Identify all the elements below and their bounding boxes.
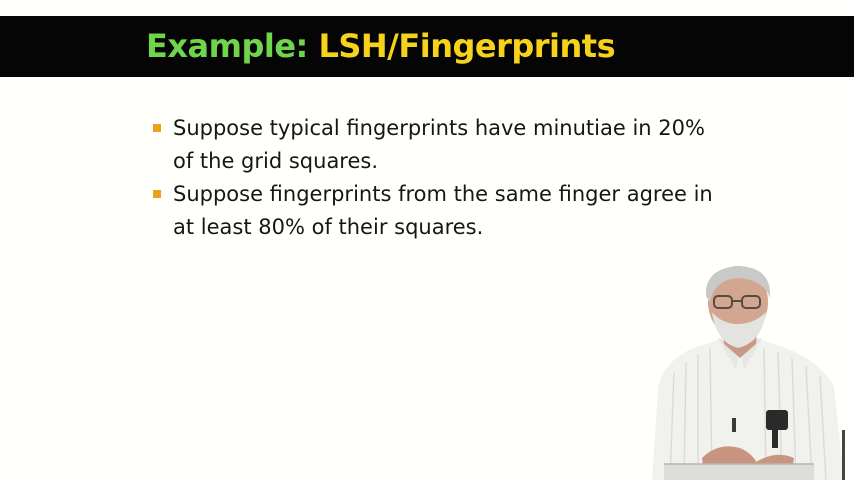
slide-title: Example: LSH/Fingerprints bbox=[146, 24, 616, 68]
slide-title-prefix: Example: bbox=[146, 27, 308, 65]
slide-title-topic: LSH/Fingerprints bbox=[318, 27, 616, 65]
bullet-list: Suppose typical fingerprints have minuti… bbox=[150, 112, 730, 243]
bullet-item: Suppose typical fingerprints have minuti… bbox=[150, 112, 730, 178]
square-bullet-icon bbox=[153, 189, 161, 198]
title-bar: Example: LSH/Fingerprints bbox=[0, 16, 854, 77]
bullet-text: Suppose typical fingerprints have minuti… bbox=[173, 116, 705, 173]
lecture-slide: Example: LSH/Fingerprints Suppose typica… bbox=[0, 0, 854, 480]
presenter-video-overlay bbox=[652, 266, 845, 480]
square-bullet-icon bbox=[153, 124, 161, 132]
bullet-item: Suppose fingerprints from the same finge… bbox=[150, 178, 730, 244]
bullet-text: Suppose fingerprints from the same finge… bbox=[173, 181, 713, 239]
